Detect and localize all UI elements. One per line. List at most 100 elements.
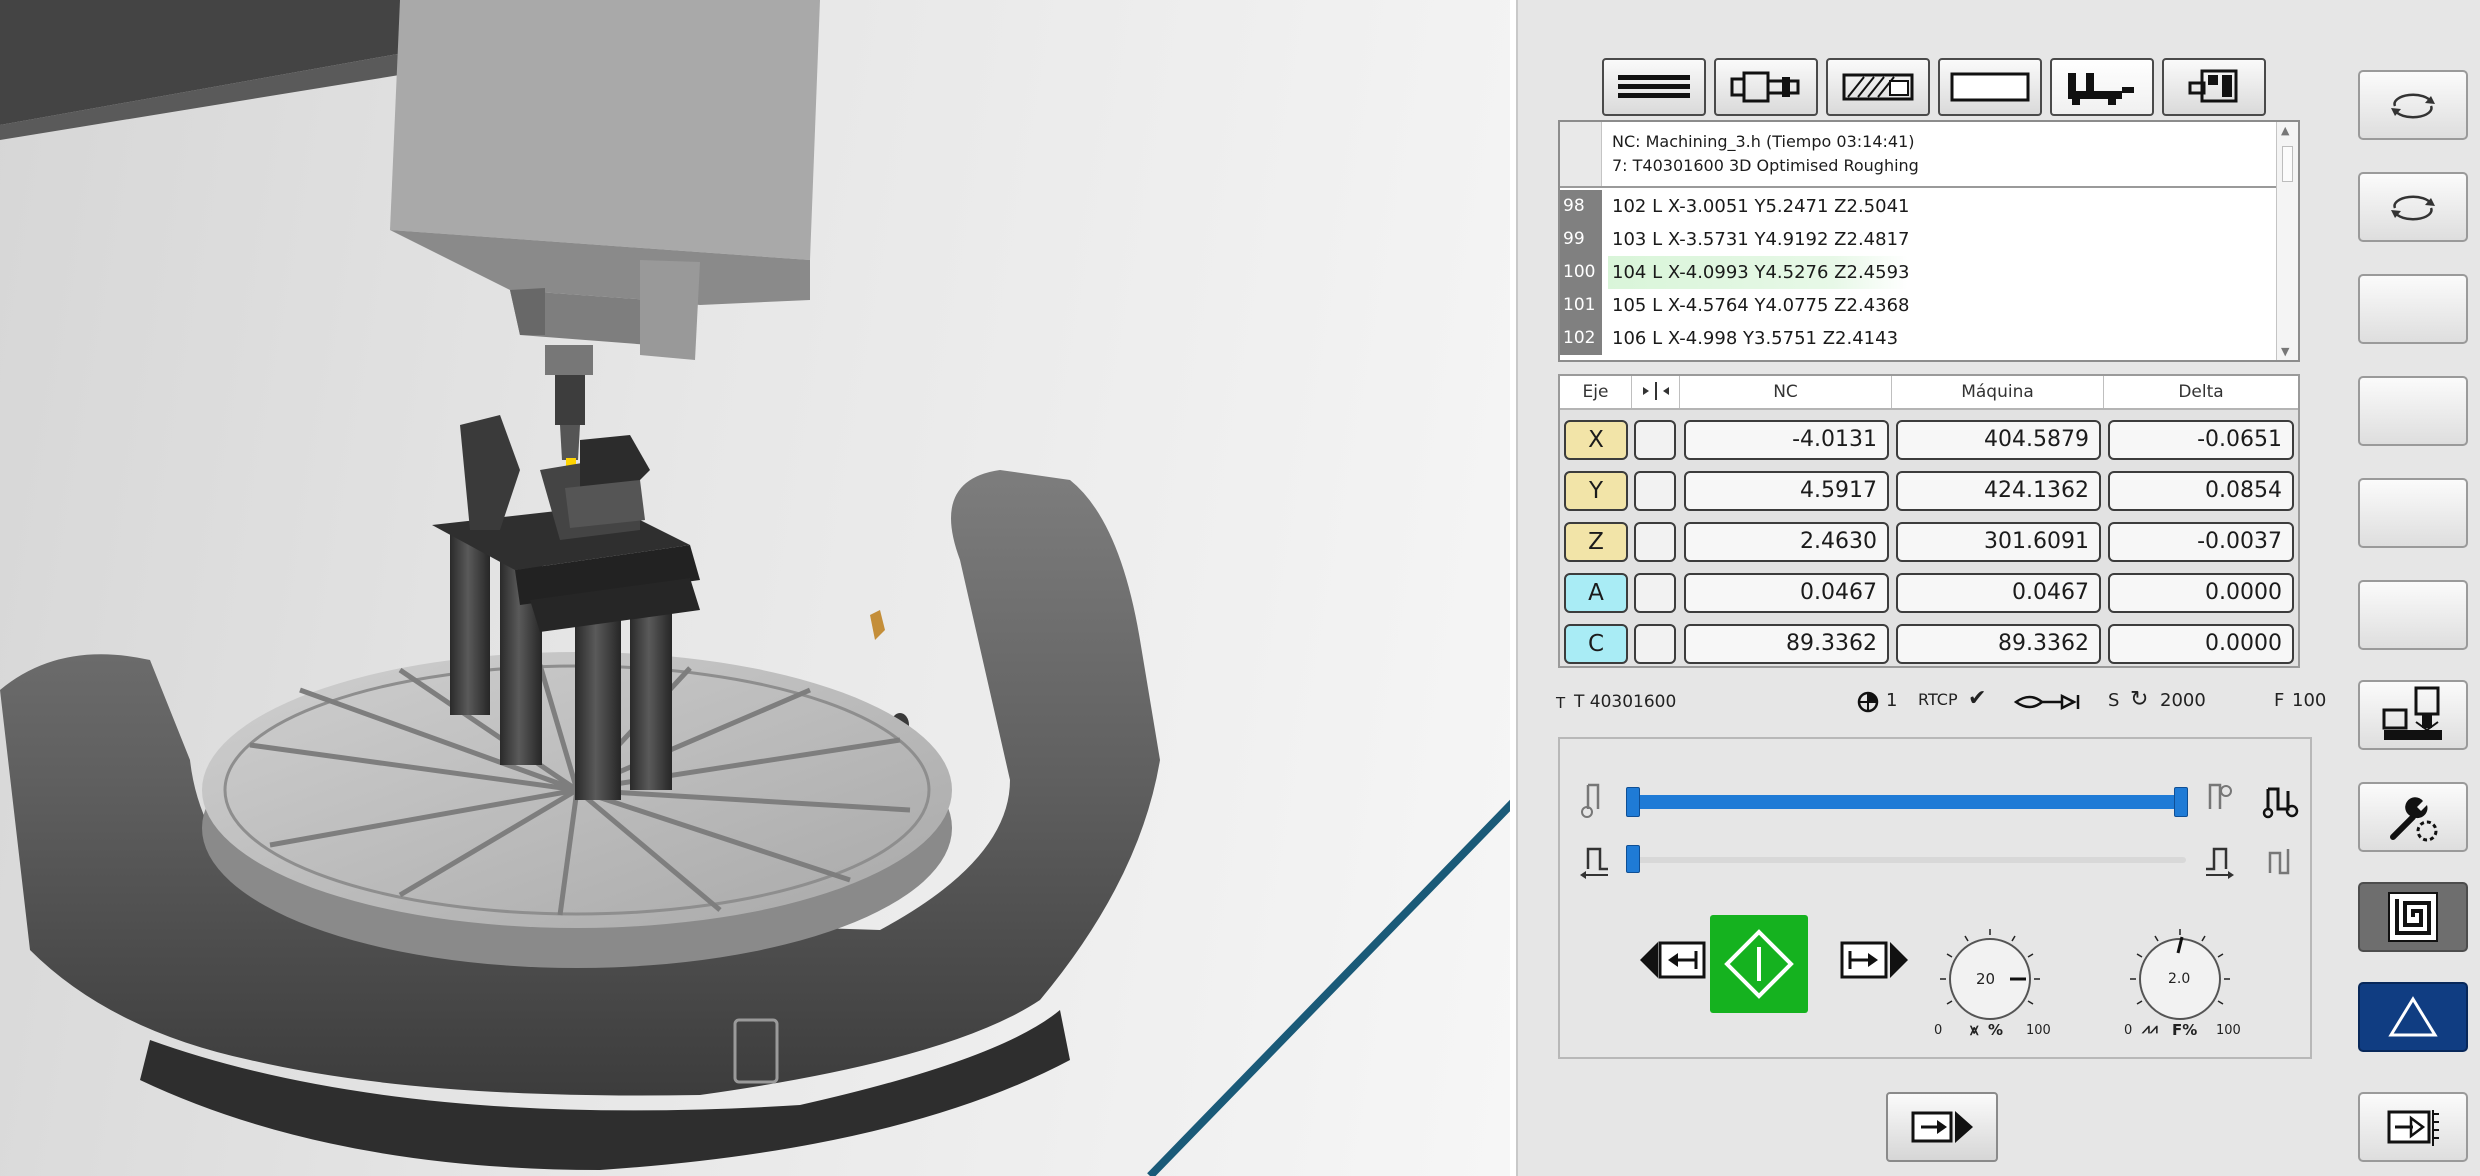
nc-program-header: NC: Machining_3.h (Tiempo 03:14:41) 7: T… xyxy=(1560,122,2276,188)
nc-program-list[interactable]: NC: Machining_3.h (Tiempo 03:14:41) 7: T… xyxy=(1558,120,2300,362)
rapid-label: % xyxy=(1988,1021,2004,1039)
nc-line[interactable]: 102 106 L X-4.998 Y3.5751 Z2.4143 xyxy=(1560,322,2276,358)
nc-list-scrollbar[interactable]: ▲ ▼ xyxy=(2276,122,2298,360)
rotate-view-icon xyxy=(2391,93,2435,119)
axis-a-select[interactable] xyxy=(1634,573,1676,613)
feed-override-value: 2.0 xyxy=(2168,971,2191,987)
tool-prefix: T xyxy=(1556,694,1566,712)
nc-line-current[interactable]: 100 104 L X-4.0993 Y4.5276 Z2.4593 xyxy=(1560,256,2276,289)
hatched-part-button[interactable] xyxy=(1826,58,1930,116)
machine-table-icon xyxy=(2068,73,2134,105)
axis-a-label[interactable]: A xyxy=(1564,573,1628,613)
nc-program-title: NC: Machining_3.h (Tiempo 03:14:41) xyxy=(1612,132,1915,151)
axis-position-table: Eje NC Máquina Delta X -4.0131 404.5879 … xyxy=(1558,374,2300,668)
machine-cabinet-button[interactable] xyxy=(2162,58,2266,116)
machine-table-button[interactable] xyxy=(2050,58,2154,116)
rotate-view-alt-button[interactable] xyxy=(2358,172,2468,242)
feed-wave-icon: ⩘⩘ xyxy=(2142,1021,2158,1037)
tool-holder-button[interactable] xyxy=(1714,58,1818,116)
blank-rect-button[interactable] xyxy=(1938,58,2042,116)
axis-y-nc: 4.5917 xyxy=(1684,471,1889,511)
axis-x-machine: 404.5879 xyxy=(1896,420,2101,460)
work-offset-value: 1 xyxy=(1886,690,1898,711)
axis-c-nc: 89.3362 xyxy=(1684,624,1889,664)
empty-softkey-1[interactable] xyxy=(2358,274,2468,344)
program-start-icon[interactable] xyxy=(1578,781,1612,823)
nc-column-header: NC xyxy=(1680,376,1892,408)
machine-scene xyxy=(0,0,1510,1176)
axis-z-select[interactable] xyxy=(1634,522,1676,562)
machine-cabinet-icon xyxy=(2188,69,2238,103)
tool-holder-icon xyxy=(1730,71,1800,103)
axis-c-select[interactable] xyxy=(1634,624,1676,664)
block-forward-icon[interactable] xyxy=(2202,843,2238,883)
machining-view-button[interactable] xyxy=(2358,680,2468,750)
axis-row-c: C 89.3362 89.3362 0.0000 xyxy=(1560,618,2298,668)
axis-z-nc: 2.4630 xyxy=(1684,522,1889,562)
block-slider-handle[interactable] xyxy=(1626,845,1640,873)
axis-x-select[interactable] xyxy=(1634,420,1676,460)
scroll-up-icon[interactable]: ▲ xyxy=(2281,124,2289,137)
progress-start-handle[interactable] xyxy=(1626,787,1640,817)
axis-c-label[interactable]: C xyxy=(1564,624,1628,664)
nc-line[interactable]: 99 103 L X-3.5731 Y4.9192 Z2.4817 xyxy=(1560,223,2276,256)
empty-softkey-3[interactable] xyxy=(2358,478,2468,548)
axis-y-machine: 424.1362 xyxy=(1896,471,2101,511)
nc-line[interactable]: 98 102 L X-3.0051 Y5.2471 Z2.5041 xyxy=(1560,190,2276,223)
step-back-button[interactable] xyxy=(1638,939,1710,979)
next-page-button[interactable] xyxy=(1886,1092,1998,1162)
feed-max: 100 xyxy=(2216,1023,2241,1038)
cycle-start-button[interactable] xyxy=(1710,915,1808,1013)
step-forward-button[interactable] xyxy=(1838,939,1910,979)
empty-softkey-2[interactable] xyxy=(2358,376,2468,446)
rotate-view-button[interactable] xyxy=(2358,70,2468,140)
axis-c-machine: 89.3362 xyxy=(1896,624,2101,664)
axis-y-select[interactable] xyxy=(1634,471,1676,511)
axis-a-delta: 0.0000 xyxy=(2108,573,2294,613)
toolpath-spiral-button[interactable] xyxy=(2358,882,2468,952)
axis-x-label[interactable]: X xyxy=(1564,420,1628,460)
exit-button[interactable] xyxy=(2358,1092,2468,1162)
program-progress-track[interactable] xyxy=(1630,795,2186,809)
rapid-max: 100 xyxy=(2026,1023,2051,1038)
axis-row-z: Z 2.4630 301.6091 -0.0037 xyxy=(1560,516,2298,566)
block-slider-track[interactable] xyxy=(1630,857,2186,863)
rtcp-check-icon: ✔ xyxy=(1968,686,1987,711)
nc-operation-name: 7: T40301600 3D Optimised Roughing xyxy=(1612,156,1919,175)
program-lines-icon xyxy=(1618,75,1690,98)
execution-control-box: 20 0 ⩙ % 100 2.0 0 ⩘⩘ F% 100 xyxy=(1558,737,2312,1059)
machine-3d-viewport[interactable] xyxy=(0,0,1510,1176)
exit-icon xyxy=(2387,1110,2439,1146)
axis-y-delta: 0.0854 xyxy=(2108,471,2294,511)
triangle-icon xyxy=(2388,996,2438,1037)
spindle-prefix: S xyxy=(2108,690,2120,711)
toolpath-icon[interactable] xyxy=(2262,781,2302,825)
cnc-control-panel: NC: Machining_3.h (Tiempo 03:14:41) 7: T… xyxy=(1516,0,2480,1176)
coolant-icon xyxy=(2012,690,2092,719)
rotate-view-alt-icon xyxy=(2391,195,2435,221)
program-lines-button[interactable] xyxy=(1602,58,1706,116)
wrench-gear-icon xyxy=(2390,797,2438,842)
axis-x-delta: -0.0651 xyxy=(2108,420,2294,460)
warning-toggle-button[interactable] xyxy=(2358,982,2468,1052)
tool-setup-button[interactable] xyxy=(2358,782,2468,852)
scroll-thumb[interactable] xyxy=(2282,146,2293,182)
program-end-icon[interactable] xyxy=(2202,781,2236,823)
delta-column-header: Delta xyxy=(2178,382,2224,402)
block-back-icon[interactable] xyxy=(1578,843,1614,883)
feed-label: F% xyxy=(2172,1021,2198,1039)
scroll-down-icon[interactable]: ▼ xyxy=(2281,345,2289,358)
axis-row-x: X -4.0131 404.5879 -0.0651 xyxy=(1560,414,2298,464)
axis-y-label[interactable]: Y xyxy=(1564,471,1628,511)
progress-end-handle[interactable] xyxy=(2174,787,2188,817)
rapid-icon: ⩙ xyxy=(1970,1021,1979,1039)
single-block-icon[interactable] xyxy=(2264,843,2300,883)
axis-c-delta: 0.0000 xyxy=(2108,624,2294,664)
axis-z-label[interactable]: Z xyxy=(1564,522,1628,562)
rapid-override-value: 20 xyxy=(1976,970,1996,988)
rapid-override-dial[interactable]: 20 0 ⩙ % 100 xyxy=(1930,919,2051,1039)
empty-softkey-4[interactable] xyxy=(2358,580,2468,650)
nc-line[interactable]: 101 105 L X-4.5764 Y4.0775 Z2.4368 xyxy=(1560,289,2276,322)
axis-z-machine: 301.6091 xyxy=(1896,522,2101,562)
feed-override-dial[interactable]: 2.0 0 ⩘⩘ F% 100 xyxy=(2120,919,2241,1039)
